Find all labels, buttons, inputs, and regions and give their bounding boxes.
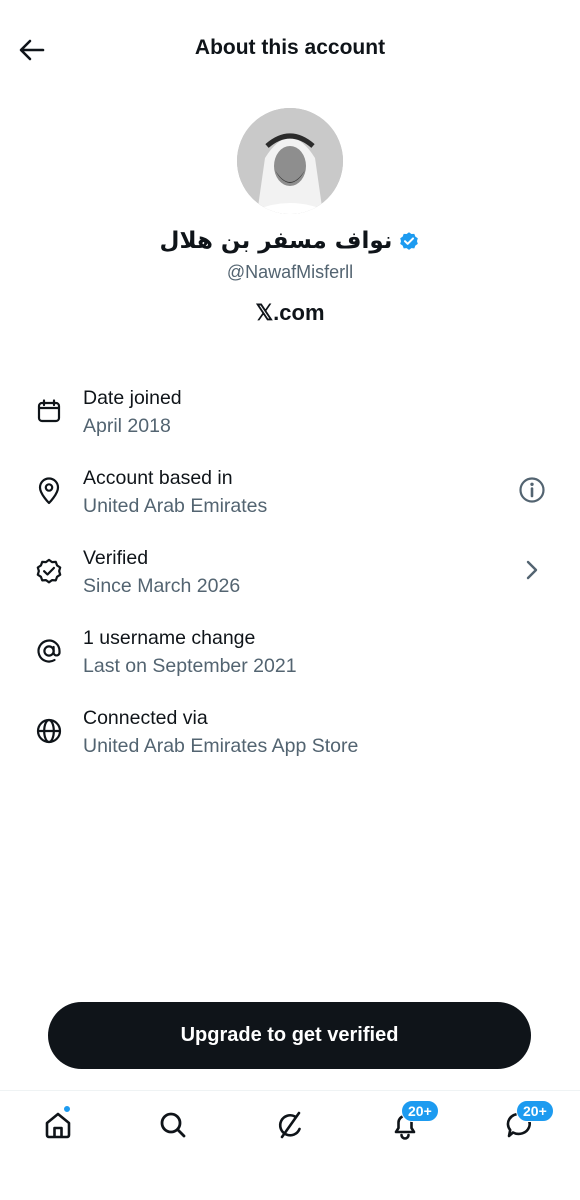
date-joined-title: Date joined (83, 387, 182, 409)
grok-icon (278, 1111, 301, 1139)
tab-grok[interactable] (268, 1105, 312, 1145)
username-change-title: 1 username change (83, 627, 256, 649)
account-based-in-value: United Arab Emirates (83, 495, 268, 517)
chevron-right-icon (526, 560, 538, 580)
info-row-connected-via: Connected via United Arab Emirates App S… (0, 692, 580, 762)
platform-label: 𝕏.com (255, 300, 325, 325)
verified-title: Verified (83, 547, 149, 569)
home-notification-dot (63, 1105, 71, 1113)
date-joined-value: April 2018 (83, 415, 171, 437)
top-bar: About this account (0, 0, 580, 100)
avatar (237, 108, 343, 214)
info-row-date-joined: Date joined April 2018 (0, 372, 580, 442)
notifications-count-badge: 20+ (401, 1100, 439, 1122)
tab-messages[interactable]: 20+ (498, 1100, 554, 1145)
display-name: نواف مسفر بن هلال (159, 228, 393, 254)
account-based-in-title: Account based in (83, 467, 233, 489)
tab-notifications[interactable]: 20+ (383, 1100, 439, 1145)
info-icon (519, 477, 545, 503)
page-title: About this account (194, 36, 386, 59)
upgrade-verified-button[interactable]: Upgrade to get verified (48, 1002, 531, 1069)
verified-details-button[interactable] (516, 554, 548, 586)
at-sign-icon (34, 636, 64, 666)
info-row-verified[interactable]: Verified Since March 2026 (0, 532, 580, 602)
calendar-icon (34, 396, 64, 426)
messages-count-badge: 20+ (516, 1100, 554, 1122)
verified-badge-icon (398, 230, 420, 252)
location-pin-icon (34, 476, 64, 506)
connected-via-value: United Arab Emirates App Store (83, 735, 359, 757)
home-icon (45, 1112, 71, 1139)
verified-value: Since March 2026 (83, 575, 241, 597)
info-row-account-based-in: Account based in United Arab Emirates (0, 452, 580, 522)
info-row-username-change: 1 username change Last on September 2021 (0, 612, 580, 682)
globe-icon (34, 716, 64, 746)
search-icon (160, 1112, 186, 1138)
display-name-row: نواف مسفر بن هلال (0, 228, 580, 254)
handle: @NawafMisferll (226, 262, 354, 282)
verified-outline-icon (34, 556, 64, 586)
bottom-tab-bar: 20+ 20+ (0, 1090, 580, 1200)
info-button[interactable] (516, 474, 548, 506)
connected-via-title: Connected via (83, 707, 208, 729)
tab-search[interactable] (151, 1105, 195, 1145)
username-change-value: Last on September 2021 (83, 655, 297, 677)
tab-home[interactable] (36, 1105, 80, 1145)
